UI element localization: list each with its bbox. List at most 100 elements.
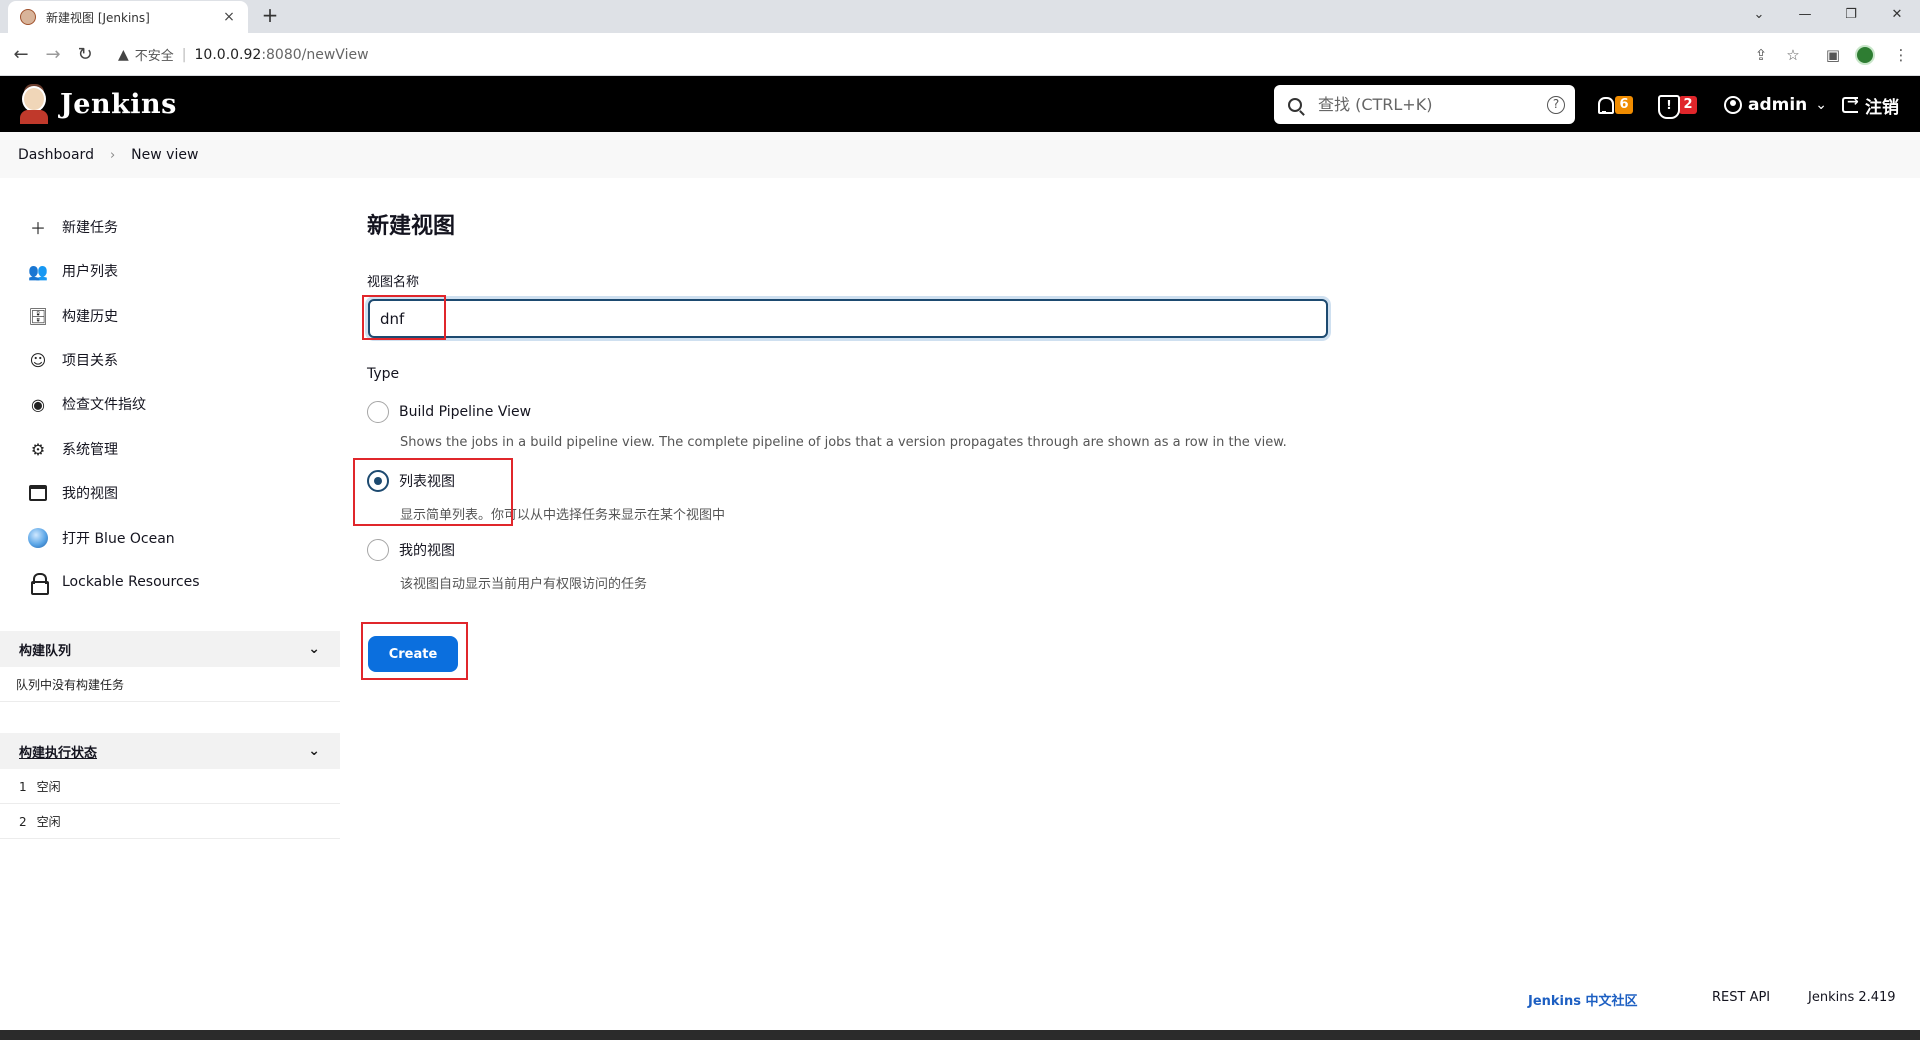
- plus-icon: ＋: [29, 219, 46, 238]
- relationship-icon: ☺: [29, 350, 47, 370]
- sidebar-item-fingerprint[interactable]: ◉ 检查文件指纹: [28, 390, 146, 418]
- security-button[interactable]: 2: [1658, 94, 1697, 119]
- create-button[interactable]: Create: [368, 636, 458, 672]
- shield-icon: [1658, 95, 1680, 119]
- sidebar-item-build-history[interactable]: 🗄 构建历史: [28, 302, 118, 330]
- sidebar-item-lockable-resources[interactable]: Lockable Resources: [28, 568, 200, 596]
- new-tab-button[interactable]: +: [258, 4, 282, 28]
- notifications-button[interactable]: 6: [1596, 94, 1633, 116]
- sidebar-item-label: 系统管理: [62, 442, 118, 458]
- brand-name: Jenkins: [60, 88, 177, 120]
- security-badge: 2: [1679, 96, 1697, 114]
- bookmark-star-icon[interactable]: ☆: [1780, 42, 1806, 68]
- sidebar-item-label: 构建历史: [62, 309, 118, 325]
- radio-button-selected[interactable]: [367, 470, 389, 492]
- tab-close-icon[interactable]: ×: [220, 9, 238, 25]
- users-icon: 👥: [28, 261, 48, 281]
- chevron-down-icon[interactable]: ⌄: [308, 743, 320, 759]
- sidebar-item-label: 新建任务: [62, 220, 118, 236]
- window-icon: [29, 485, 47, 501]
- search-icon: [1288, 97, 1302, 112]
- close-window-button[interactable]: ✕: [1874, 0, 1920, 30]
- executors-header[interactable]: 构建执行状态 ⌄: [0, 733, 340, 769]
- build-queue-empty: 队列中没有构建任务: [0, 668, 340, 702]
- page-title: 新建视图: [367, 214, 456, 239]
- jenkins-favicon-icon: [20, 9, 36, 25]
- warning-icon: ▲: [118, 46, 129, 63]
- jenkins-header: Jenkins ? 6 2 admin ⌄ 注销: [0, 76, 1920, 132]
- executor-status: 空闲: [36, 780, 61, 794]
- radio-button[interactable]: [367, 539, 389, 561]
- search-help-icon[interactable]: ?: [1547, 95, 1565, 114]
- footer-rest-api-link[interactable]: REST API: [1712, 990, 1770, 1005]
- sidebar-item-blue-ocean[interactable]: 打开 Blue Ocean: [28, 524, 175, 552]
- sidebar-item-project-relationship[interactable]: ☺ 项目关系: [28, 346, 118, 374]
- chevron-down-icon: ⌄: [1815, 97, 1828, 113]
- history-icon: 🗄: [27, 306, 49, 326]
- build-queue-title: 构建队列: [19, 643, 72, 659]
- sidebar-item-label: 项目关系: [62, 353, 118, 369]
- footer-community-link[interactable]: Jenkins 中文社区: [1528, 990, 1638, 1009]
- option-label[interactable]: Build Pipeline View: [399, 404, 531, 420]
- jenkins-logo-icon: [18, 84, 50, 124]
- chevron-down-icon[interactable]: ⌄: [308, 641, 320, 657]
- search-box[interactable]: ?: [1274, 85, 1575, 124]
- browser-menu-icon[interactable]: ⋮: [1888, 42, 1914, 68]
- extension-icon[interactable]: [1852, 42, 1878, 68]
- url-path: :8080/newView: [261, 46, 369, 63]
- logout-label: 注销: [1865, 97, 1899, 118]
- footer-version-link[interactable]: Jenkins 2.419: [1808, 990, 1896, 1005]
- minimize-button[interactable]: —: [1782, 0, 1828, 30]
- option-label[interactable]: 列表视图: [399, 471, 455, 491]
- side-panel-icon[interactable]: ▣: [1820, 42, 1846, 68]
- username: admin: [1748, 95, 1808, 115]
- option-build-pipeline-view[interactable]: Build Pipeline View: [367, 401, 531, 423]
- breadcrumb: Dashboard › New view: [0, 132, 1920, 178]
- tab-search-icon[interactable]: ⌄: [1736, 0, 1782, 30]
- gear-icon: ⚙: [30, 439, 46, 459]
- executors-title[interactable]: 构建执行状态: [19, 742, 97, 761]
- forward-icon[interactable]: →: [40, 42, 66, 68]
- sidebar-item-people[interactable]: 👥 用户列表: [28, 257, 118, 285]
- browser-tab-title: 新建视图 [Jenkins]: [46, 10, 150, 25]
- breadcrumb-new-view[interactable]: New view: [131, 147, 198, 163]
- url-host: 10.0.0.92: [194, 46, 262, 63]
- sidebar-item-label: Lockable Resources: [62, 574, 200, 590]
- view-name-input[interactable]: [368, 299, 1328, 338]
- reload-icon[interactable]: ↻: [72, 42, 98, 68]
- breadcrumb-dashboard[interactable]: Dashboard: [18, 147, 94, 163]
- sidebar-item-new-job[interactable]: ＋ 新建任务: [28, 213, 118, 241]
- browser-tab[interactable]: 新建视图 [Jenkins] ×: [8, 1, 248, 33]
- jenkins-home-link[interactable]: Jenkins: [18, 84, 177, 124]
- sidebar-item-label: 打开 Blue Ocean: [62, 531, 175, 547]
- share-icon[interactable]: ⇪: [1748, 42, 1774, 68]
- extension-avatar-icon: [1855, 45, 1875, 65]
- sidebar-item-label: 我的视图: [62, 486, 118, 502]
- sidebar-item-my-views[interactable]: 我的视图: [28, 479, 118, 507]
- executor-status: 空闲: [36, 815, 61, 829]
- option-label[interactable]: 我的视图: [399, 540, 455, 560]
- build-queue-header[interactable]: 构建队列 ⌄: [0, 631, 340, 667]
- executor-number: 1: [19, 779, 27, 794]
- option-list-view[interactable]: 列表视图: [367, 470, 455, 492]
- bell-icon: [1596, 96, 1614, 114]
- radio-button[interactable]: [367, 401, 389, 423]
- type-label: Type: [367, 366, 400, 382]
- executor-row: 2 空闲: [0, 805, 340, 839]
- security-label: 不安全: [134, 49, 174, 64]
- address-separator: |: [181, 46, 187, 63]
- chevron-right-icon: ›: [109, 147, 116, 163]
- restore-button[interactable]: ❐: [1828, 0, 1874, 30]
- address-bar[interactable]: ▲ 不安全 | 10.0.0.92:8080/newView: [108, 38, 1748, 71]
- search-input[interactable]: [1318, 95, 1547, 114]
- logout-link[interactable]: 注销: [1842, 94, 1899, 118]
- fingerprint-icon: ◉: [31, 394, 45, 414]
- option-my-view[interactable]: 我的视图: [367, 539, 455, 561]
- executor-number: 2: [19, 814, 27, 829]
- back-icon[interactable]: ←: [8, 42, 34, 68]
- option-description: 该视图自动显示当前用户有权限访问的任务: [400, 577, 648, 592]
- user-menu[interactable]: admin ⌄: [1724, 94, 1827, 116]
- browser-toolbar: ← → ↻ ▲ 不安全 | 10.0.0.92:8080/newView ⇪ ☆…: [0, 33, 1920, 76]
- sidebar-item-manage-jenkins[interactable]: ⚙ 系统管理: [28, 435, 118, 463]
- blue-ocean-icon: [28, 528, 48, 548]
